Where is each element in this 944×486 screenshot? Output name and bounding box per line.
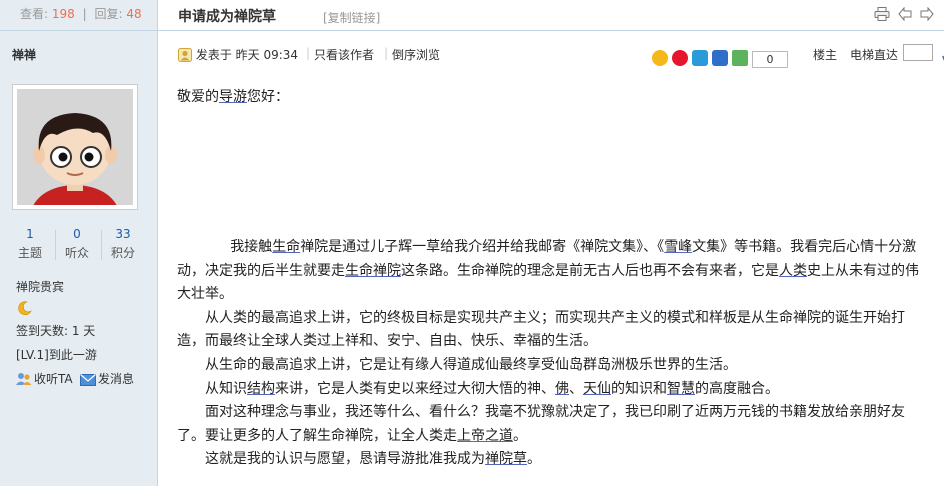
keyword-link[interactable]: 佛 — [555, 381, 569, 397]
prev-thread-icon[interactable] — [898, 6, 912, 24]
divider — [101, 230, 102, 260]
author-online-icon — [178, 48, 192, 62]
share-count: 0 — [752, 51, 788, 68]
divider — [55, 230, 56, 260]
goto-floor-label: 电梯直达 — [850, 48, 899, 62]
post-time: 发表于 昨天 09:34 — [178, 46, 298, 63]
follow-icon — [16, 373, 32, 385]
follow-button[interactable]: 收听TA — [16, 370, 73, 387]
signin-days: 签到天数: 1 天 — [16, 324, 96, 338]
views-count: 198 — [51, 7, 75, 21]
post-greeting: 敬爱的导游您好： — [177, 89, 289, 105]
post-meta: 发表于 昨天 09:34 | 只看该作者 | 倒序浏览 0 楼主 电梯直达 — [178, 44, 944, 68]
paragraph: 从知识结构来讲，它是人类有史以来经过大彻大悟的神、佛、天仙的知识和智慧的高度融合… — [205, 380, 779, 397]
paragraph: 我接触生命禅院是通过儿子辉一草给我介绍并给我邮寄《禅院文集》、《雪峰文集》等书籍… — [177, 239, 919, 303]
thread-toolbar — [870, 6, 934, 24]
moon-icon — [17, 300, 33, 316]
replies-label: 回复: — [94, 7, 123, 21]
meta-divider: | — [384, 46, 389, 60]
paragraph: 从人类的最高追求上讲，它的终极目标是实现共产主义；而实现共产主义的模式和样板是从… — [177, 309, 905, 350]
add-share-icon[interactable] — [732, 50, 748, 66]
stats-separator: | — [82, 7, 87, 21]
only-author-link[interactable]: 只看该作者 — [314, 46, 374, 63]
tqq-share-icon[interactable] — [692, 50, 708, 66]
thread-header: 申请成为禅院草 [复制链接] — [158, 0, 944, 31]
keyword-link[interactable]: 上帝之道 — [457, 428, 513, 444]
keyword-link[interactable]: 禅院草 — [485, 451, 527, 467]
views-label: 查看: — [20, 7, 49, 21]
thread-title: 申请成为禅院草 — [178, 9, 276, 25]
keyword-link[interactable]: 导游 — [219, 89, 247, 105]
goto-floor-input[interactable] — [903, 44, 933, 61]
renren-share-icon[interactable] — [712, 50, 728, 66]
reverse-order-link[interactable]: 倒序浏览 — [392, 46, 440, 63]
meta-divider: | — [306, 46, 311, 60]
paragraph: 面对这种理念与事业，我还等什么、看什么？我毫不犹豫就决定了，我已印刷了近两万元钱… — [177, 404, 905, 444]
next-thread-icon[interactable] — [920, 6, 934, 24]
floor-label: 楼主 — [813, 48, 838, 62]
listeners-count[interactable]: 0 听众 — [57, 227, 97, 261]
message-button[interactable]: 发消息 — [80, 370, 134, 387]
avatar[interactable] — [12, 84, 138, 210]
paragraph: 从生命的最高追求上讲，它是让有缘人得道成仙最终享受仙岛群岛洲极乐世界的生活。 — [205, 356, 737, 373]
keyword-link[interactable]: 智慧 — [667, 381, 695, 397]
avatar-image — [17, 89, 133, 205]
replies-count: 48 — [126, 7, 142, 21]
weibo-share-icon[interactable] — [672, 50, 688, 66]
print-icon[interactable] — [874, 7, 890, 24]
thread-stats: 查看: 198 | 回复: 48 — [0, 0, 157, 31]
points-count[interactable]: 33 积分 — [103, 227, 143, 261]
user-level: [LV.1]到此一游 — [16, 348, 97, 362]
paragraph: 这就是我的认识与愿望，恳请导游批准我成为禅院草。 — [205, 451, 541, 468]
keyword-link[interactable]: 生命 — [272, 239, 300, 255]
keyword-link[interactable]: 生命禅院 — [345, 263, 401, 279]
topics-count[interactable]: 1 主题 — [10, 227, 50, 261]
keyword-link[interactable]: 雪峰 — [664, 239, 692, 255]
user-group[interactable]: 禅院贵宾 — [16, 278, 64, 295]
author-sidebar: 查看: 198 | 回复: 48 禅禅 1 主题 0 听众 33 积分 禅院贵宾… — [0, 0, 158, 486]
keyword-link[interactable]: 结构 — [247, 381, 275, 397]
copy-link-button[interactable]: [复制链接] — [323, 9, 380, 26]
author-name[interactable]: 禅禅 — [12, 46, 36, 63]
qzone-share-icon[interactable] — [652, 50, 668, 66]
envelope-icon — [80, 374, 96, 386]
post-area: 申请成为禅院草 [复制链接] 发表于 昨天 09:34 | 只看该作者 | 倒序 — [158, 0, 944, 486]
post-body: 我接触生命禅院是通过儿子辉一草给我介绍并给我邮寄《禅院文集》、《雪峰文集》等书籍… — [177, 236, 932, 472]
keyword-link[interactable]: 人类 — [779, 263, 807, 279]
keyword-link[interactable]: 天仙 — [583, 381, 611, 397]
